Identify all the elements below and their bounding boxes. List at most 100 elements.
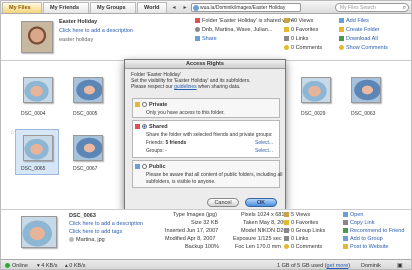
folder-header: Easter Holiday Click here to add a descr… [1, 15, 411, 61]
detail-thumbnail[interactable] [21, 216, 57, 248]
star-icon [284, 27, 289, 33]
group-icon [284, 228, 289, 234]
private-label-row: Private [135, 102, 167, 108]
tab-world[interactable]: World [137, 1, 167, 13]
address-bar[interactable]: wua.la/Dominik/images/Easter Holiday [191, 3, 301, 12]
meta-model: Model NIKON D200 [241, 228, 290, 234]
post-to-website-link[interactable]: Post to Website [343, 244, 388, 250]
create-folder-link[interactable]: Create Folder [339, 27, 380, 33]
status-bar: Online ▾ 4 KB/s ▴ 0 KB/s 1 GB of 5 GB us… [1, 259, 411, 269]
file-detail-panel: DSC_0063 Click here to add a description… [1, 209, 411, 259]
link-icon [343, 220, 348, 226]
star-icon [284, 220, 289, 226]
add-files-link[interactable]: Add Files [339, 18, 369, 24]
folder-owner-avatar [21, 21, 53, 53]
tab-my-groups[interactable]: My Groups [90, 1, 136, 13]
public-desc-2: subfolders, is visible to anyone. [146, 179, 216, 185]
guidelines-link[interactable]: guidelines [174, 84, 197, 90]
folder-icon [195, 18, 200, 24]
public-desc-1: Please be aware that all content of publ… [146, 172, 283, 178]
user-icon [69, 237, 74, 243]
detail-add-tags-link[interactable]: Click here to add tags [69, 229, 122, 235]
user-name[interactable]: Dominik [361, 263, 381, 269]
folder-add-icon [339, 27, 344, 33]
photo-label: DSC_0005 [73, 111, 98, 117]
recommend-link[interactable]: Recommend to Friend [343, 228, 404, 234]
download-rate: ▾ 4 KB/s [37, 263, 58, 269]
share-icon [195, 36, 200, 42]
photo-thumbnail[interactable] [73, 77, 103, 103]
search-icon[interactable]: ⌕ [403, 4, 406, 12]
private-option[interactable]: Private Only you have access to this fol… [132, 98, 280, 118]
meta-focal-length: Foc Len 170.0 mm [235, 244, 281, 250]
cancel-button[interactable]: Cancel [207, 198, 239, 207]
download-all-link[interactable]: Download All [339, 36, 378, 42]
meta-exposure: Exposure 1/125 sec [233, 236, 282, 242]
recommend-icon [343, 228, 348, 234]
dialog-title: Access Rights [125, 60, 285, 69]
group-add-icon [343, 236, 348, 242]
links-count: 0 Links [284, 36, 308, 42]
tab-my-files[interactable]: My Files [2, 1, 42, 13]
public-radio[interactable] [142, 164, 147, 170]
photo-thumbnail[interactable] [23, 135, 53, 161]
private-radio[interactable] [142, 102, 147, 108]
add-description-link[interactable]: Click here to add a description [59, 28, 133, 34]
forward-icon[interactable]: ▸ [181, 3, 189, 11]
meta-pixels: Pixels 1024 x 681 [241, 212, 285, 218]
upload-rate: ▴ 0 KB/s [65, 263, 86, 269]
show-comments-link[interactable]: Show Comments [339, 45, 388, 51]
detail-file-name: DSC_0063 [69, 213, 96, 219]
shared-label-row: Shared [135, 124, 168, 130]
photo-thumbnail[interactable] [301, 77, 331, 103]
comment-icon [284, 45, 289, 51]
photo-label: DSC_0004 [21, 111, 46, 117]
back-icon[interactable]: ◂ [170, 3, 178, 11]
detail-views: 5 Views [284, 212, 310, 218]
photo-thumbnail[interactable] [351, 77, 381, 103]
open-link[interactable]: Open [343, 212, 363, 218]
detail-links: 0 Links [284, 236, 308, 242]
shared-desc: Share the folder with selected friends a… [146, 132, 273, 138]
access-rights-dialog: Access Rights Folder 'Easter Holiday' Se… [124, 59, 286, 210]
address-text: wua.la/Dominik/images/Easter Holiday [200, 5, 286, 11]
tab-my-friends[interactable]: My Friends [43, 1, 89, 13]
globe-icon [193, 5, 199, 11]
star-icon[interactable]: ☆ [10, 129, 15, 136]
dialog-guidelines-line: Please respect our guidelines when shari… [131, 84, 241, 90]
select-friends-link[interactable]: Select... [255, 140, 273, 146]
link-icon [284, 36, 289, 42]
public-option[interactable]: Public Please be aware that all content … [132, 160, 283, 188]
folder-title: Easter Holiday [59, 19, 98, 25]
link-icon [284, 236, 289, 242]
lock-icon [195, 27, 200, 33]
comments-icon [339, 45, 344, 51]
ok-button[interactable]: OK [245, 198, 277, 207]
select-groups-link[interactable]: Select... [255, 148, 273, 154]
photo-thumbnail[interactable] [73, 135, 103, 161]
photo-thumbnail[interactable] [23, 77, 53, 103]
add-file-icon [339, 18, 344, 24]
favorites-count: 0 Favorites [284, 27, 318, 33]
shared-option[interactable]: Shared Share the folder with selected fr… [132, 120, 280, 158]
detail-favorites: 0 Favorites [284, 220, 318, 226]
meta-taken: Taken May 8, 2007 [243, 220, 290, 226]
get-more-link[interactable]: get more [327, 263, 349, 269]
friends-row: Friends: 5 friends [146, 140, 187, 146]
online-icon [5, 263, 10, 269]
private-desc: Only you have access to this folder. [146, 110, 225, 116]
shared-radio[interactable] [142, 124, 147, 130]
download-icon [339, 36, 344, 42]
groups-row: Groups: - [146, 148, 167, 154]
share-link[interactable]: Share [195, 36, 217, 42]
detail-add-description-link[interactable]: Click here to add a description [69, 221, 143, 227]
copy-link-link[interactable]: Copy Link [343, 220, 374, 226]
search-input[interactable]: My Files Search ⌕ [335, 3, 409, 12]
eye-icon [284, 18, 289, 24]
settings-icon[interactable]: ▣ [397, 262, 403, 269]
eye-icon [284, 212, 289, 218]
add-to-group-link[interactable]: Add to Group [343, 236, 383, 242]
detail-group-links: 0 Group Links [284, 228, 325, 234]
shared-users: Dnb, Martina, Wave, Julian... [195, 27, 272, 33]
shared-info: Folder 'Easter Holiday' is shared with [195, 18, 292, 24]
